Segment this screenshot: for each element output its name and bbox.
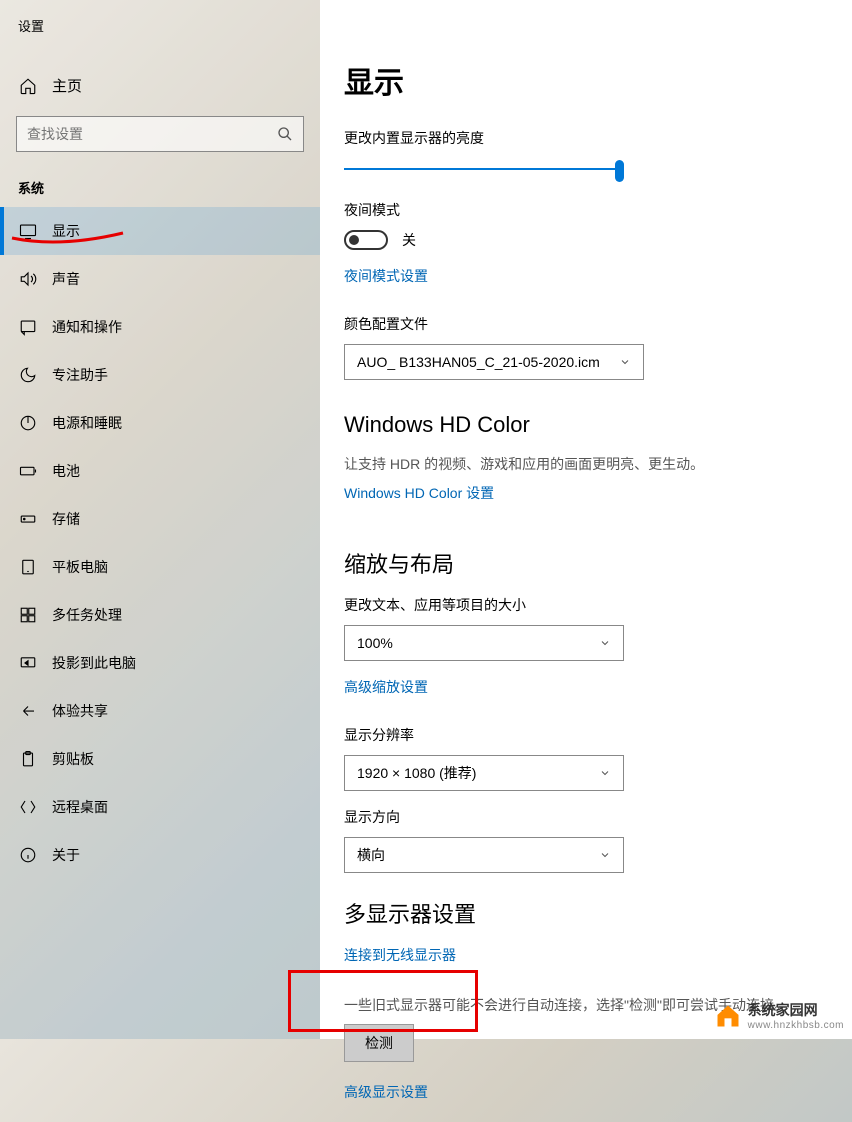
sidebar-item-clipboard[interactable]: 剪贴板 [0,735,320,783]
sidebar-item-focus[interactable]: 专注助手 [0,351,320,399]
sidebar-item-label: 远程桌面 [52,797,108,817]
sidebar-item-battery[interactable]: 电池 [0,447,320,495]
sidebar-item-display[interactable]: 显示 [0,207,320,255]
remote-icon [18,797,38,817]
sidebar-item-project[interactable]: 投影到此电脑 [0,639,320,687]
home-label: 主页 [52,75,82,96]
sidebar-item-label: 平板电脑 [52,557,108,577]
chevron-down-icon [619,356,631,368]
watermark-icon [714,1002,742,1030]
sidebar: 设置 主页 系统 显示 声音 通知和操作 [0,0,320,1039]
detect-button[interactable]: 检测 [344,1024,414,1062]
sidebar-item-label: 体验共享 [52,701,108,721]
watermark-title: 系统家园网 [748,1000,844,1020]
sidebar-item-label: 专注助手 [52,365,108,385]
hd-color-link[interactable]: Windows HD Color 设置 [344,483,494,503]
scale-link[interactable]: 高级缩放设置 [344,677,428,697]
advanced-display-link[interactable]: 高级显示设置 [344,1082,428,1102]
sidebar-item-label: 关于 [52,845,80,865]
scale-dropdown[interactable]: 100% [344,625,624,661]
toggle-state: 关 [402,230,416,250]
dropdown-value: 横向 [357,845,385,865]
category-label: 系统 [0,160,320,207]
sound-icon [18,269,38,289]
chevron-down-icon [599,637,611,649]
sidebar-item-label: 多任务处理 [52,605,122,625]
sidebar-item-share[interactable]: 体验共享 [0,687,320,735]
sidebar-item-label: 存储 [52,509,80,529]
dropdown-value: AUO_ B133HAN05_C_21-05-2020.icm [357,354,600,370]
brightness-label: 更改内置显示器的亮度 [344,128,852,148]
sidebar-item-power[interactable]: 电源和睡眠 [0,399,320,447]
sidebar-item-label: 通知和操作 [52,317,122,337]
multi-display-title: 多显示器设置 [344,897,852,929]
home-icon [18,76,38,96]
app-title: 设置 [0,0,320,35]
page-title: 显示 [344,58,852,102]
sidebar-item-notifications[interactable]: 通知和操作 [0,303,320,351]
search-input[interactable] [27,126,277,142]
night-mode-toggle-row: 关 [344,230,852,250]
storage-icon [18,509,38,529]
sidebar-item-label: 声音 [52,269,80,289]
chevron-down-icon [599,849,611,861]
sidebar-item-label: 电源和睡眠 [52,413,122,433]
sidebar-item-storage[interactable]: 存储 [0,495,320,543]
orientation-dropdown[interactable]: 横向 [344,837,624,873]
sidebar-item-remote[interactable]: 远程桌面 [0,783,320,831]
multitask-icon [18,605,38,625]
hd-color-desc: 让支持 HDR 的视频、游戏和应用的画面更明亮、更生动。 [344,454,852,475]
main-content: 显示 更改内置显示器的亮度 夜间模式 关 夜间模式设置 颜色配置文件 AUO_ … [320,0,852,1039]
sidebar-item-label: 剪贴板 [52,749,94,769]
sidebar-item-label: 投影到此电脑 [52,653,136,673]
notification-icon [18,317,38,337]
sidebar-item-sound[interactable]: 声音 [0,255,320,303]
wireless-link[interactable]: 连接到无线显示器 [344,945,456,965]
resolution-dropdown[interactable]: 1920 × 1080 (推荐) [344,755,624,791]
color-profile-label: 颜色配置文件 [344,314,852,334]
share-icon [18,701,38,721]
search-box[interactable] [16,116,304,152]
watermark-sub: www.hnzkhbsb.com [748,1020,844,1031]
info-icon [18,845,38,865]
chevron-down-icon [599,767,611,779]
slider-thumb[interactable] [615,160,624,182]
tablet-icon [18,557,38,577]
night-mode-label: 夜间模式 [344,200,852,220]
search-icon [277,126,293,142]
hd-color-title: Windows HD Color [344,412,852,438]
home-nav[interactable]: 主页 [0,63,320,108]
sidebar-item-about[interactable]: 关于 [0,831,320,879]
watermark: 系统家园网 www.hnzkhbsb.com [714,1000,844,1031]
brightness-slider[interactable] [344,158,624,182]
dropdown-value: 1920 × 1080 (推荐) [357,763,476,783]
sidebar-item-tablet[interactable]: 平板电脑 [0,543,320,591]
power-icon [18,413,38,433]
night-mode-toggle[interactable] [344,230,388,250]
resolution-label: 显示分辨率 [344,725,852,745]
moon-icon [18,365,38,385]
orientation-label: 显示方向 [344,807,852,827]
sidebar-item-label: 电池 [52,461,80,481]
battery-icon [18,461,38,481]
display-icon [18,221,38,241]
slider-track [344,168,624,170]
scale-title: 缩放与布局 [344,547,852,579]
toggle-knob [349,235,359,245]
scale-label: 更改文本、应用等项目的大小 [344,595,852,615]
clipboard-icon [18,749,38,769]
project-icon [18,653,38,673]
sidebar-item-label: 显示 [52,221,80,241]
sidebar-item-multitask[interactable]: 多任务处理 [0,591,320,639]
dropdown-value: 100% [357,635,393,651]
color-profile-dropdown[interactable]: AUO_ B133HAN05_C_21-05-2020.icm [344,344,644,380]
night-mode-settings-link[interactable]: 夜间模式设置 [344,266,428,286]
